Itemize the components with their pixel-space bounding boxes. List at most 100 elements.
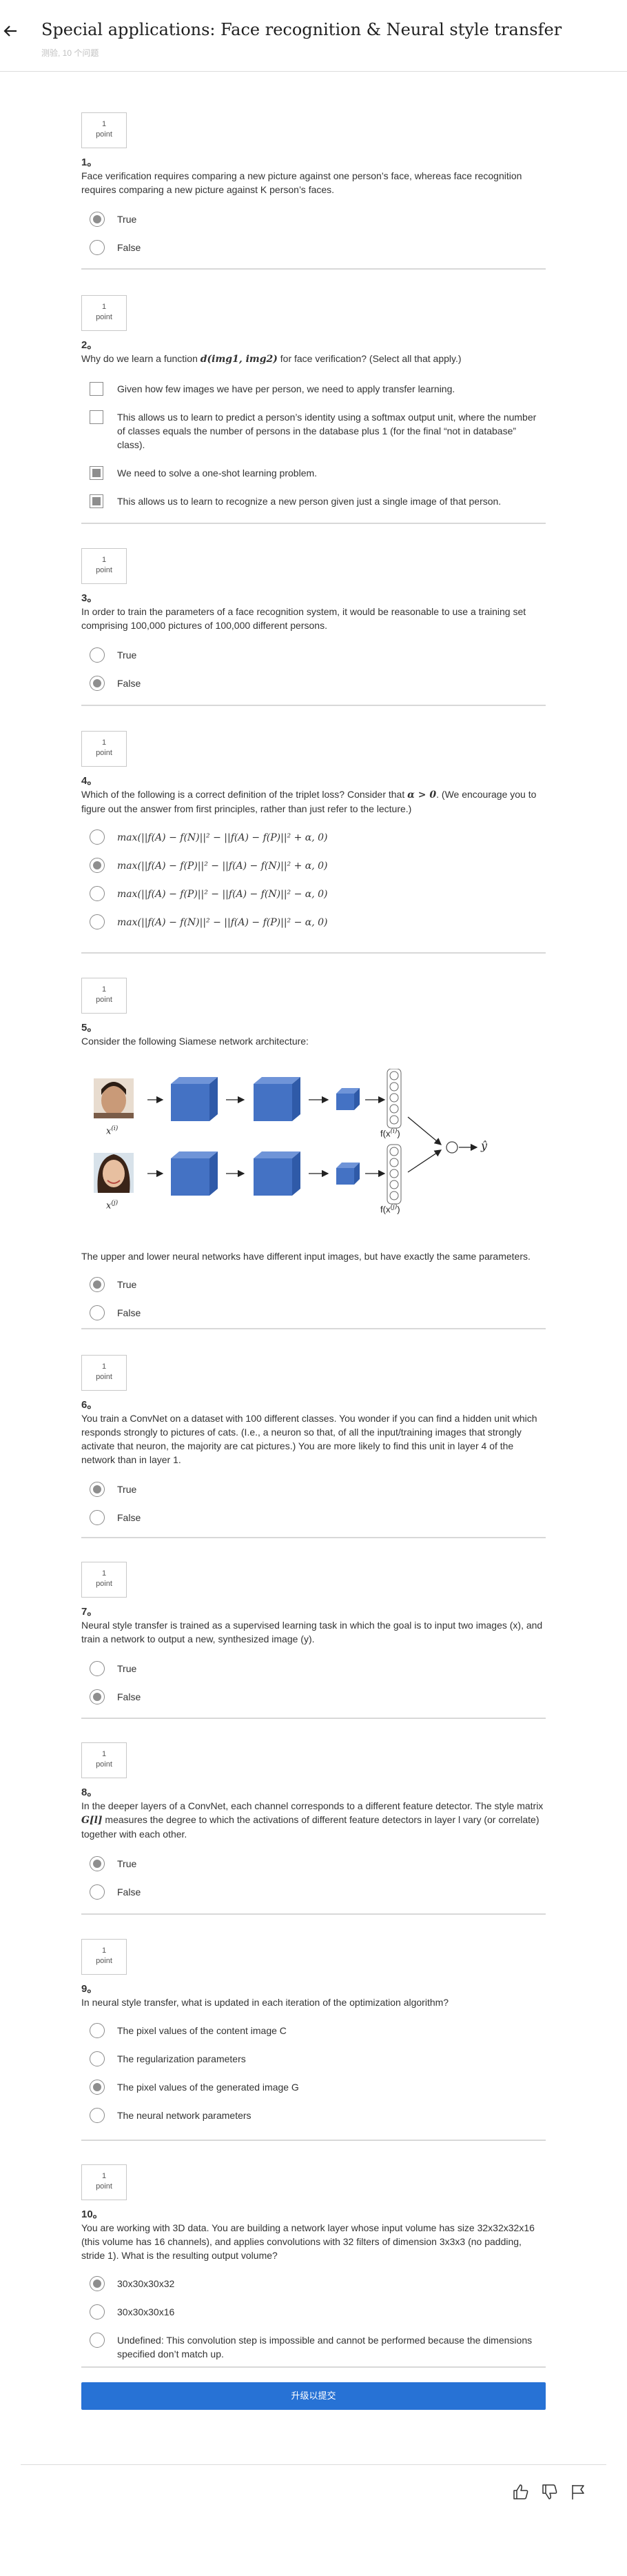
conv-layer-cube [171,1077,218,1121]
option-false[interactable]: False [81,1687,546,1707]
submit-button[interactable]: 升级以提交 [81,2382,546,2410]
question-text: Face verification requires comparing a n… [81,170,522,195]
thumbs-down-icon[interactable] [541,2483,559,2501]
question-number: 1。 [81,157,98,168]
option-false[interactable]: False [81,237,546,258]
question-number: 10。 [81,2208,103,2220]
question-1: 1 point 1。 Face verification requires com… [81,112,546,258]
question-9: 1 point 9。 In neural style transfer, what… [81,1939,546,2126]
option-true[interactable]: True [81,1853,546,1874]
option-30x30x30x32[interactable]: 30x30x30x32 [81,2273,546,2294]
question-number: 9。 [81,1983,98,1995]
option-content-image[interactable]: The pixel values of the content image C [81,2020,546,2041]
point-box: 1 point [81,295,127,331]
radio-button[interactable] [90,1689,105,1704]
question-text: Which of the following is a correct defi… [81,789,537,814]
radio-button[interactable] [90,2333,105,2348]
radio-button[interactable] [90,1510,105,1525]
option-checkbox[interactable]: This allows us to learn to recognize a n… [81,491,546,512]
radio-button[interactable] [90,858,105,873]
option-regularization[interactable]: The regularization parameters [81,2049,546,2069]
radio-button[interactable] [90,2051,105,2066]
radio-button[interactable] [90,886,105,901]
point-box: 1 point [81,978,127,1014]
divider [81,268,546,270]
option-true[interactable]: True [81,1479,546,1500]
question-2: 1 point 2。 Why do we learn a function d(i… [81,295,546,512]
question-text: Consider the following Siamese network a… [81,1036,309,1047]
page-header: Special applications: Face recognition &… [0,0,627,72]
flag-icon[interactable] [569,2483,587,2501]
radio-button[interactable] [90,1305,105,1320]
option-undefined[interactable]: Undefined: This convolution step is impo… [81,2330,546,2364]
divider [81,1328,546,1329]
radio-button[interactable] [90,1277,105,1292]
option-30x30x30x16[interactable]: 30x30x30x16 [81,2302,546,2322]
divider [81,2366,546,2368]
radio-button[interactable] [90,212,105,227]
radio-button[interactable] [90,1661,105,1676]
option-true[interactable]: True [81,645,546,665]
question-7: 1 point 7。 Neural style transfer is train… [81,1562,546,1707]
question-text: Neural style transfer is trained as a su… [81,1620,543,1644]
divider [81,1537,546,1538]
question-6: 1 point 6。 You train a ConvNet on a datas… [81,1355,546,1528]
back-arrow-icon[interactable] [3,23,18,39]
option-triplet-3[interactable]: max(||f(A) − f(P)||² − ||f(A) − f(N)||² … [81,883,546,904]
checkbox[interactable] [90,410,103,424]
checkbox[interactable] [90,494,103,508]
option-checkbox[interactable]: This allows us to learn to predict a per… [81,407,546,455]
option-checkbox[interactable]: Given how few images we have per person,… [81,379,546,399]
conv-layer-cube [336,1163,360,1185]
option-false[interactable]: False [81,1302,546,1323]
question-number: 7。 [81,1606,98,1618]
option-network-params[interactable]: The neural network parameters [81,2105,546,2126]
checkbox[interactable] [90,466,103,480]
label-f-x-i: f(x(i)) [380,1128,400,1139]
option-false[interactable]: False [81,673,546,694]
option-false[interactable]: False [81,1507,546,1528]
radio-button[interactable] [90,2080,105,2095]
radio-button[interactable] [90,2276,105,2291]
option-true[interactable]: True [81,1658,546,1679]
radio-button[interactable] [90,240,105,255]
output-unit [446,1141,458,1154]
radio-button[interactable] [90,647,105,663]
face-photo-bottom [94,1153,134,1193]
question-10: 1 point 10。 You are working with 3D data.… [81,2164,546,2364]
checkbox[interactable] [90,382,103,396]
radio-button[interactable] [90,2023,105,2038]
face-photo-top [94,1078,134,1118]
question-number: 2。 [81,339,98,351]
radio-button[interactable] [90,914,105,929]
option-generated-image[interactable]: The pixel values of the generated image … [81,2077,546,2097]
option-triplet-2[interactable]: max(||f(A) − f(P)||² − ||f(A) − f(N)||² … [81,855,546,876]
label-f-x-j: f(x(j)) [380,1204,400,1215]
option-triplet-4[interactable]: max(||f(A) − f(N)||² − ||f(A) − f(P)||² … [81,912,546,932]
encoding-vector-bottom [387,1144,402,1205]
option-true[interactable]: True [81,1274,546,1295]
option-false[interactable]: False [81,1882,546,1902]
conv-layer-cube [171,1151,218,1196]
thumbs-up-icon[interactable] [512,2483,530,2501]
question-text: In neural style transfer, what is update… [81,1997,449,2008]
radio-button[interactable] [90,1482,105,1497]
conv-layer-cube [336,1088,360,1110]
radio-button[interactable] [90,1884,105,1900]
option-triplet-1[interactable]: max(||f(A) − f(N)||² − ||f(A) − f(P)||² … [81,827,546,847]
label-x-j: x(j) [106,1200,119,1211]
radio-button[interactable] [90,1856,105,1871]
siamese-diagram [94,1068,478,1205]
question-text: You train a ConvNet on a dataset with 10… [81,1413,537,1465]
radio-button[interactable] [90,2304,105,2320]
question-3: 1 point 3。 In order to train the paramete… [81,548,546,694]
radio-button[interactable] [90,2108,105,2123]
question-text: Why do we learn a function d(img1, img2)… [81,353,462,365]
option-true[interactable]: True [81,209,546,230]
question-number: 5。 [81,1022,98,1034]
encoding-vector-top [387,1068,402,1129]
option-checkbox[interactable]: We need to solve a one-shot learning pro… [81,463,546,483]
conv-layer-cube [254,1077,300,1121]
radio-button[interactable] [90,829,105,845]
radio-button[interactable] [90,676,105,691]
